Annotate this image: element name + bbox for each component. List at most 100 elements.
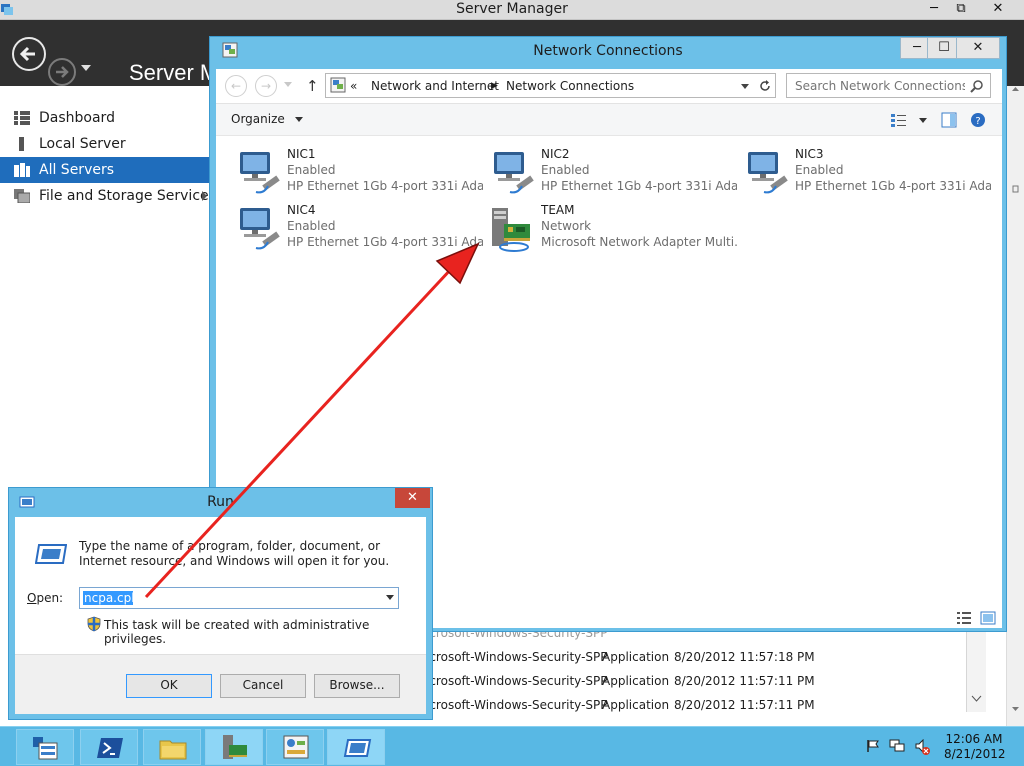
event-source: icrosoft-Windows-Security-SPP xyxy=(426,698,608,712)
network-connections-icon xyxy=(223,735,247,759)
sm-close-button[interactable]: ✕ xyxy=(976,0,1020,18)
event-log: Application xyxy=(602,650,670,664)
details-view-icon[interactable] xyxy=(956,611,972,625)
breadcrumb-network-connections[interactable]: Network Connections xyxy=(506,79,634,93)
connection-name: NIC1 xyxy=(287,147,316,161)
taskbar-powershell[interactable] xyxy=(80,729,138,765)
connection-status: Enabled xyxy=(541,163,590,177)
sidebar-item-label: All Servers xyxy=(39,162,115,178)
clock[interactable]: 12:06 AM 8/21/2012 xyxy=(944,732,1006,762)
connection-status: Enabled xyxy=(287,219,336,233)
run-body: Type the name of a program, folder, docu… xyxy=(15,517,426,714)
server-manager-icon xyxy=(33,737,58,760)
sm-restore-button[interactable]: ⧉ xyxy=(948,0,974,18)
event-row[interactable]: icrosoft-Windows-Security-SPP Applicatio… xyxy=(424,694,964,712)
browse-button[interactable]: Browse... xyxy=(314,674,400,698)
back-arrow-icon xyxy=(19,46,35,62)
storage-icon xyxy=(14,189,30,203)
taskbar-file-explorer[interactable] xyxy=(143,729,201,765)
team-adapter-icon xyxy=(492,208,530,252)
connection-name: NIC2 xyxy=(541,147,570,161)
expand-chevron-icon[interactable] xyxy=(202,191,207,201)
search-input[interactable] xyxy=(787,74,965,97)
search-box[interactable] xyxy=(786,73,991,98)
taskbar: 12:06 AM 8/21/2012 xyxy=(0,726,1024,766)
connection-nic4[interactable]: NIC4 Enabled HP Ethernet 1Gb 4-port 331i… xyxy=(234,202,484,254)
ok-button[interactable]: OK xyxy=(126,674,212,698)
breadcrumb-network-internet[interactable]: Network and Internet xyxy=(371,79,499,93)
organize-menu[interactable]: Organize xyxy=(231,112,303,126)
run-dialog: Run ✕ Type the name of a program, folder… xyxy=(8,487,433,720)
cancel-button[interactable]: Cancel xyxy=(220,674,306,698)
network-adapter-icon xyxy=(748,152,788,194)
network-connections-title: Network Connections xyxy=(533,43,683,59)
sidebar-item-local-server[interactable]: Local Server xyxy=(0,131,209,157)
network-adapter-icon xyxy=(240,208,280,250)
forward-button[interactable] xyxy=(48,58,76,86)
sidebar-item-all-servers[interactable]: All Servers xyxy=(0,157,209,183)
sm-minimize-button[interactable]: ─ xyxy=(921,0,947,18)
main-scrollbar[interactable] xyxy=(1006,86,1024,726)
event-date: 8/20/2012 11:57:18 PM xyxy=(674,650,815,664)
events-list: icrosoft-Windows-Security-SPP icrosoft-W… xyxy=(424,626,986,712)
combo-dropdown-icon[interactable] xyxy=(386,595,394,600)
up-level-icon[interactable]: ↑ xyxy=(306,77,319,95)
connection-nic3[interactable]: NIC3 Enabled HP Ethernet 1Gb 4-port 331i… xyxy=(742,146,992,198)
taskbar-server-manager[interactable] xyxy=(16,729,74,765)
open-label-text: pen: xyxy=(36,591,64,605)
connection-name: TEAM xyxy=(541,203,575,217)
event-row[interactable]: icrosoft-Windows-Security-SPP Applicatio… xyxy=(424,646,964,670)
clock-time: 12:06 AM xyxy=(945,732,1003,746)
nc-close-button[interactable]: ✕ xyxy=(956,37,1000,59)
recent-locations-icon[interactable] xyxy=(284,82,292,87)
taskbar-network-connections[interactable] xyxy=(205,729,263,765)
sidebar-item-label: File and Storage Services xyxy=(39,188,216,204)
open-label: Open: xyxy=(27,591,63,605)
open-input[interactable] xyxy=(80,588,380,608)
server-icon xyxy=(19,137,24,151)
volume-muted-icon[interactable] xyxy=(914,739,930,755)
connection-device: HP Ethernet 1Gb 4-port 331i Adap... xyxy=(541,179,737,193)
control-panel-icon xyxy=(283,735,309,759)
large-icons-view-icon[interactable] xyxy=(980,611,996,625)
action-center-flag-icon[interactable] xyxy=(866,739,880,753)
address-bar[interactable]: « Network and Internet ▶ Network Connect… xyxy=(325,73,776,98)
network-adapter-icon xyxy=(240,152,280,194)
run-icon xyxy=(343,739,372,757)
event-source: icrosoft-Windows-Security-SPP xyxy=(426,674,608,688)
events-scrollbar[interactable] xyxy=(966,628,986,712)
connection-status: Enabled xyxy=(287,163,336,177)
scroll-down-icon xyxy=(971,695,982,702)
taskbar-run[interactable] xyxy=(327,729,385,765)
event-row[interactable]: icrosoft-Windows-Security-SPP Applicatio… xyxy=(424,670,964,694)
taskbar-control-panel[interactable] xyxy=(266,729,324,765)
open-combobox[interactable] xyxy=(79,587,399,609)
back-button[interactable] xyxy=(12,37,46,71)
refresh-icon[interactable] xyxy=(758,79,772,93)
sidebar-item-file-storage[interactable]: File and Storage Services xyxy=(0,183,216,209)
powershell-icon xyxy=(97,738,123,758)
preview-pane-icon[interactable] xyxy=(941,112,957,128)
server-manager-title: Server Manager xyxy=(456,1,568,17)
admin-privileges-note: This task will be created with administr… xyxy=(104,618,370,646)
sidebar-item-dashboard[interactable]: Dashboard xyxy=(0,105,209,131)
nc-forward-button[interactable]: → xyxy=(255,75,277,97)
search-icon[interactable] xyxy=(970,79,984,93)
nc-back-button[interactable]: ← xyxy=(225,75,247,97)
server-manager-titlebar[interactable]: Server Manager ─ ⧉ ✕ xyxy=(0,0,1024,20)
network-tray-icon[interactable] xyxy=(889,739,905,753)
connection-team[interactable]: TEAM Network Microsoft Network Adapter M… xyxy=(488,202,738,254)
connection-nic2[interactable]: NIC2 Enabled HP Ethernet 1Gb 4-port 331i… xyxy=(488,146,738,198)
server-manager-heading: Server M xyxy=(129,60,219,85)
help-icon[interactable]: ? xyxy=(970,112,986,128)
run-close-button[interactable]: ✕ xyxy=(395,488,430,508)
change-view-icon[interactable] xyxy=(890,112,908,128)
address-dropdown-icon[interactable] xyxy=(741,84,749,89)
connection-device: HP Ethernet 1Gb 4-port 331i Adap... xyxy=(795,179,991,193)
address-overflow-chevron[interactable]: « xyxy=(350,79,357,93)
connection-nic1[interactable]: NIC1 Enabled HP Ethernet 1Gb 4-port 331i… xyxy=(234,146,484,198)
sidebar-item-label: Local Server xyxy=(39,136,126,152)
event-source: icrosoft-Windows-Security-SPP xyxy=(426,650,608,664)
view-options-dropdown-icon[interactable] xyxy=(919,118,927,123)
history-dropdown-icon[interactable] xyxy=(81,65,91,71)
